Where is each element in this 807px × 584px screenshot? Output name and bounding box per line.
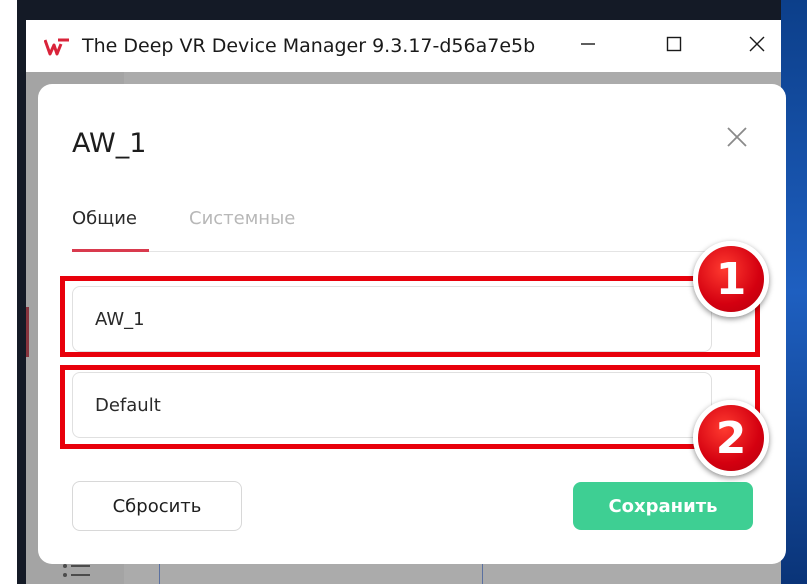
deep-vr-logo-icon <box>43 38 70 56</box>
tab-system[interactable]: Системные <box>189 208 295 252</box>
minimize-icon <box>579 35 597 57</box>
window-title: The Deep VR Device Manager 9.3.17-d56a7e… <box>82 35 536 57</box>
dialog-tabs: Общие Системные <box>72 208 750 252</box>
dialog-title: AW_1 <box>72 128 147 159</box>
close-icon <box>748 35 766 57</box>
modal-close-icon <box>725 125 749 153</box>
maximize-button[interactable] <box>652 28 696 64</box>
annotation-highlight-2 <box>60 365 760 449</box>
window-close-button[interactable] <box>735 28 779 64</box>
annotation-badge-2: 2 <box>693 400 769 476</box>
reset-button[interactable]: Сбросить <box>72 481 242 531</box>
minimize-button[interactable] <box>566 28 610 64</box>
title-bar: The Deep VR Device Manager 9.3.17-d56a7e… <box>26 20 781 72</box>
maximize-icon <box>665 35 683 57</box>
dialog-close-button[interactable] <box>722 124 752 154</box>
annotation-badge-1: 1 <box>693 241 769 317</box>
save-button[interactable]: Сохранить <box>573 482 753 530</box>
annotation-highlight-1 <box>60 276 760 357</box>
active-tab-indicator <box>72 249 149 252</box>
tab-general[interactable]: Общие <box>72 208 137 252</box>
